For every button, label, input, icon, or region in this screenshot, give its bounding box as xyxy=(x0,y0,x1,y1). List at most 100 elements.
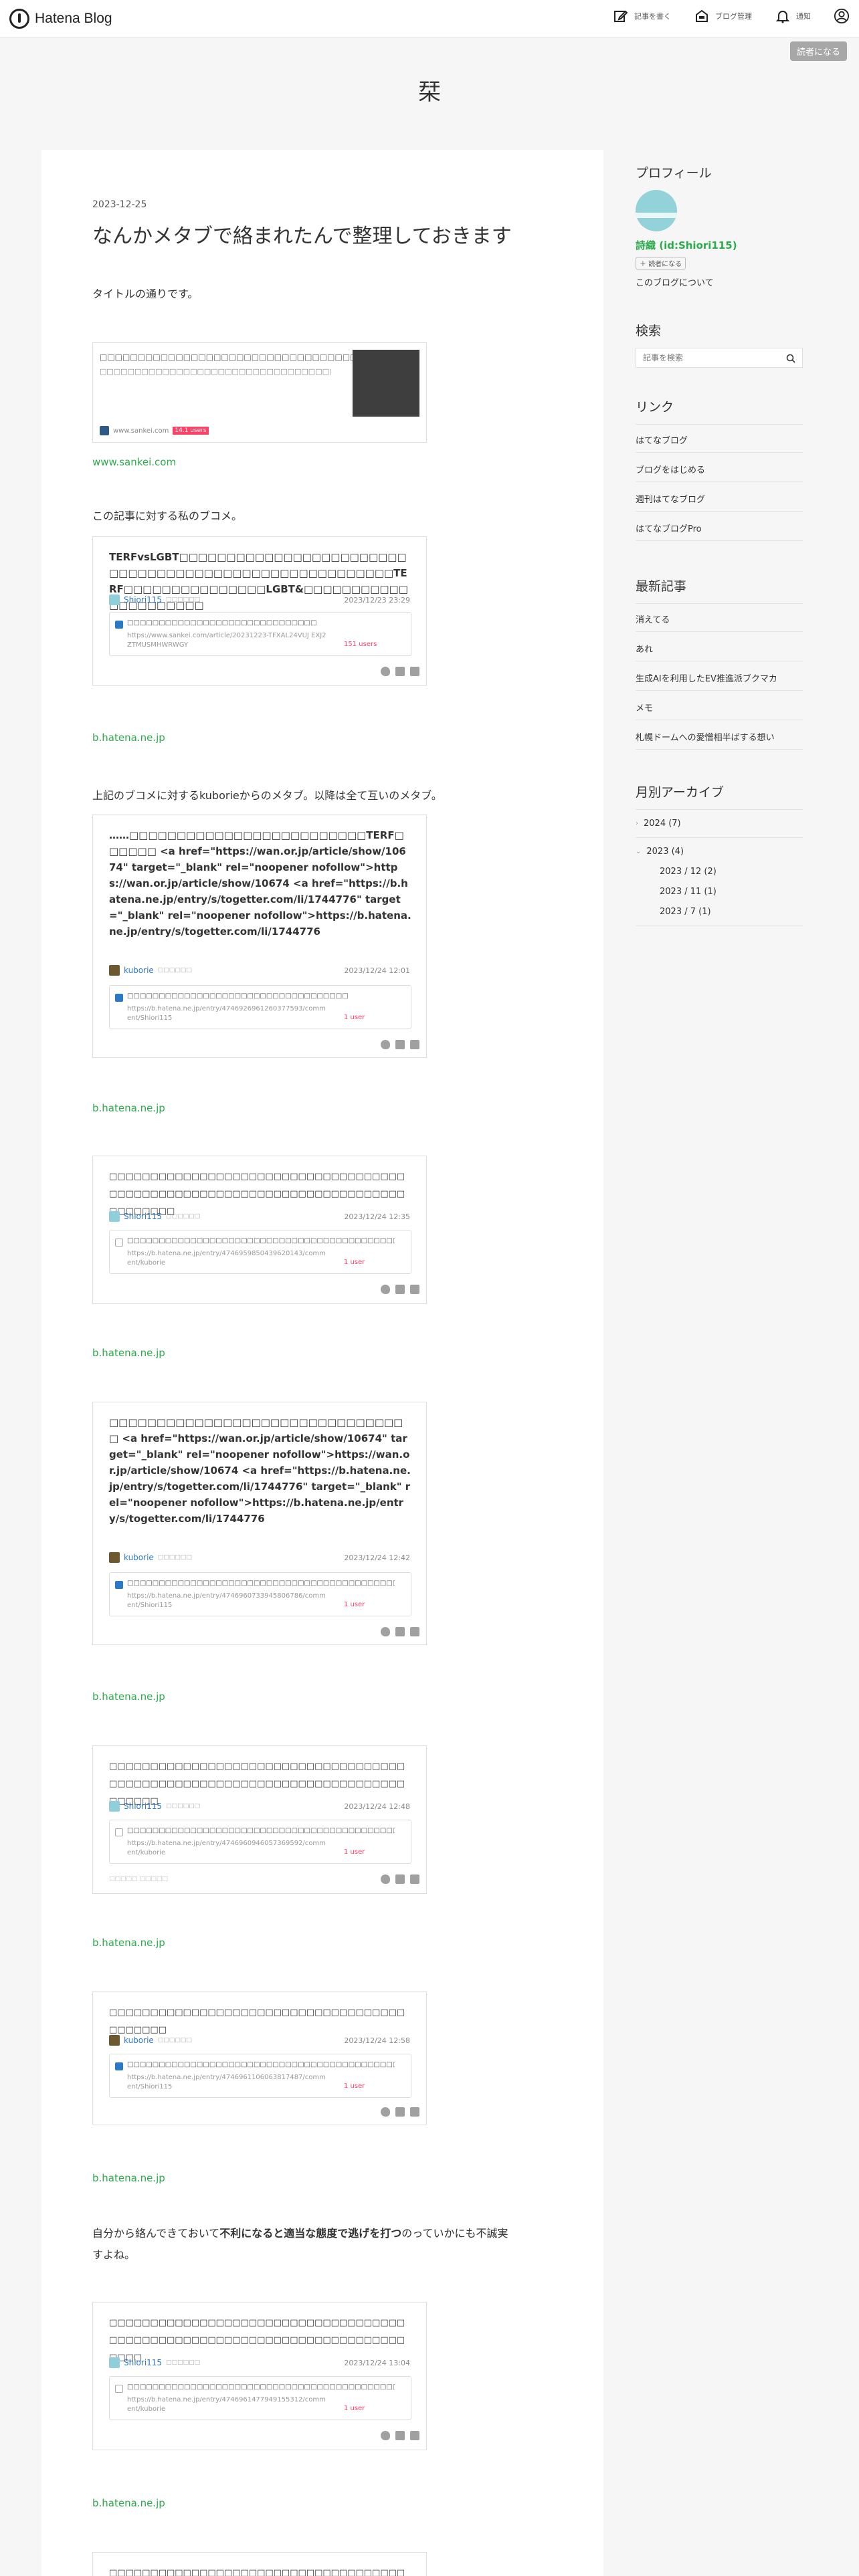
hatena-favicon-icon xyxy=(115,1581,123,1589)
sankei-embed-card[interactable]: □□□□□□□□□□□□□□□□□□□□□□□□□□□□□□□□□□ □□□□□… xyxy=(92,342,427,443)
entry-users[interactable]: 1 user xyxy=(344,2405,365,2412)
bookmark-entry-box[interactable]: □□□□□□□□□□□□□□□□□□□□□□□□□□□□□□ https://w… xyxy=(109,612,411,656)
hatena-bookmark-link[interactable]: b.hatena.ne.jp xyxy=(92,1102,165,1114)
recent-post-item[interactable]: 生成AIを利用したEV推進派ブクマカ xyxy=(636,671,777,684)
notifications-button[interactable]: 通知 xyxy=(775,8,811,24)
hatena-bookmark-link[interactable]: b.hatena.ne.jp xyxy=(92,2497,165,2509)
bookmark-time[interactable]: 2023/12/24 12:48 xyxy=(344,1802,410,1811)
recent-post-item[interactable]: 消えてる xyxy=(636,613,670,625)
twitter-share-icon[interactable] xyxy=(381,1285,390,1294)
profile-subscribe-button[interactable]: ＋ 読者になる xyxy=(636,257,686,270)
sankei-link[interactable]: www.sankei.com xyxy=(92,456,176,468)
post-date[interactable]: 2023-12-25 xyxy=(92,199,147,210)
hatena-bookmark-share-icon[interactable] xyxy=(410,2431,419,2440)
hatena-bookmark-share-icon[interactable] xyxy=(410,1040,419,1049)
facebook-share-icon[interactable] xyxy=(395,1874,405,1884)
archive-year-2023[interactable]: ⌄ 2023 (4) xyxy=(636,847,684,857)
bookmark-user[interactable]: Shiori115 □□□□□□ xyxy=(109,595,200,605)
archive-month-item[interactable]: 2023 / 11 (1) xyxy=(660,887,717,897)
profile-name[interactable]: 詩織 (id:Shiori115) xyxy=(636,238,737,252)
hatena-bookmark-link[interactable]: b.hatena.ne.jp xyxy=(92,2172,165,2184)
hatena-bookmark-share-icon[interactable] xyxy=(410,1874,419,1884)
hatena-bookmark-share-icon[interactable] xyxy=(410,667,419,676)
subscribe-button[interactable]: 読者になる xyxy=(789,41,847,61)
bookmark-time[interactable]: 2023/12/24 13:04 xyxy=(344,2359,410,2367)
bookmark-time[interactable]: 2023/12/24 12:01 xyxy=(344,966,410,975)
facebook-share-icon[interactable] xyxy=(395,1627,405,1636)
twitter-share-icon[interactable] xyxy=(381,2107,390,2117)
facebook-share-icon[interactable] xyxy=(395,1285,405,1294)
bookmark-time[interactable]: 2023/12/24 12:42 xyxy=(344,1553,410,1562)
hatena-bookmark-share-icon[interactable] xyxy=(410,1285,419,1294)
bookmark-user-sub: □□□□□□ xyxy=(157,1554,192,1561)
entry-title[interactable]: □□□□□□□□□□□□□□□□□□□□□□□□□□□□□□ xyxy=(127,619,395,627)
archive-month-item[interactable]: 2023 / 12 (2) xyxy=(660,867,717,877)
recent-post-item[interactable]: 札幌ドームへの愛憎相半ばする想い xyxy=(636,730,775,743)
recent-post-item[interactable]: メモ xyxy=(636,701,653,714)
hatena-blog-logo[interactable]: Hatena Blog xyxy=(9,8,112,29)
bookmark-entry-box[interactable]: □□□□□□□□□□□□□□□□□□□□□□□□□□□□□□□□□□□□□□□□… xyxy=(109,1820,411,1864)
bookmark-time[interactable]: 2023/12/24 12:58 xyxy=(344,2036,410,2045)
bookmark-entry-box[interactable]: □□□□□□□□□□□□□□□□□□□□□□□□□□□□□□□□□□□□□□□□… xyxy=(109,2376,411,2420)
hatena-bookmark-share-icon[interactable] xyxy=(410,1627,419,1636)
hatena-bookmark-share-icon[interactable] xyxy=(410,2107,419,2117)
entry-users[interactable]: 1 user xyxy=(344,1014,365,1021)
archive-month-item[interactable]: 2023 / 7 (1) xyxy=(660,907,711,917)
entry-title[interactable]: □□□□□□□□□□□□□□□□□□□□□□□□□□□□□□□□□□□□□□□□… xyxy=(127,2061,395,2068)
blog-manage-button[interactable]: ブログ管理 xyxy=(694,8,752,24)
facebook-share-icon[interactable] xyxy=(395,2107,405,2117)
search-icon[interactable] xyxy=(786,353,795,363)
link-item[interactable]: 週刊はてなブログ xyxy=(636,492,705,505)
bookmark-user[interactable]: kuborie □□□□□□ xyxy=(109,965,192,976)
blog-title[interactable]: 栞 xyxy=(0,74,859,106)
entry-users[interactable]: 151 users xyxy=(344,641,377,648)
bookmark-user[interactable]: Shiori115 □□□□□□ xyxy=(109,1801,200,1812)
bookmark-entry-box[interactable]: □□□□□□□□□□□□□□□□□□□□□□□□□□□□□□□□□□□□□□□□… xyxy=(109,1572,411,1616)
entry-title[interactable]: □□□□□□□□□□□□□□□□□□□□□□□□□□□□□□□□□□□ xyxy=(127,992,395,1000)
bookmark-user[interactable]: Shiori115 □□□□□□ xyxy=(109,2357,200,2368)
twitter-share-icon[interactable] xyxy=(381,2431,390,2440)
hatena-bookmark-link[interactable]: b.hatena.ne.jp xyxy=(92,1691,165,1703)
recent-post-item[interactable]: あれ xyxy=(636,642,653,655)
embed-users-badge[interactable]: 14.1 users xyxy=(173,427,209,435)
twitter-share-icon[interactable] xyxy=(381,1627,390,1636)
bookmark-time[interactable]: 2023/12/24 12:35 xyxy=(344,1212,410,1221)
entry-users[interactable]: 1 user xyxy=(344,2082,365,2090)
hatena-bookmark-link[interactable]: b.hatena.ne.jp xyxy=(92,1347,165,1359)
entry-title[interactable]: □□□□□□□□□□□□□□□□□□□□□□□□□□□□□□□□□□□□□□□□… xyxy=(127,1827,395,1834)
entry-title[interactable]: □□□□□□□□□□□□□□□□□□□□□□□□□□□□□□□□□□□□□□□□… xyxy=(127,1237,395,1245)
links-heading: リンク xyxy=(636,400,674,415)
post-title[interactable]: なんかメタブで絡まれたんで整理しておきます xyxy=(92,219,512,249)
bookmark-entry-box[interactable]: □□□□□□□□□□□□□□□□□□□□□□□□□□□□□□□□□□□ http… xyxy=(109,985,411,1029)
write-post-button[interactable]: 記事を書く xyxy=(613,8,671,24)
bookmark-time[interactable]: 2023/12/23 23:29 xyxy=(344,596,410,605)
link-item[interactable]: はてなブログPro xyxy=(636,522,702,534)
about-blog-link[interactable]: このブログについて xyxy=(636,276,714,288)
bookmark-entry-box[interactable]: □□□□□□□□□□□□□□□□□□□□□□□□□□□□□□□□□□□□□□□□… xyxy=(109,1230,411,1274)
entry-users[interactable]: 1 user xyxy=(344,1601,365,1608)
search-input[interactable] xyxy=(636,348,777,367)
embed-title[interactable]: □□□□□□□□□□□□□□□□□□□□□□□□□□□□□□□□□□ xyxy=(100,352,358,362)
account-menu-button[interactable] xyxy=(834,8,850,24)
facebook-share-icon[interactable] xyxy=(395,2431,405,2440)
hatena-bookmark-link[interactable]: b.hatena.ne.jp xyxy=(92,1937,165,1949)
entry-users[interactable]: 1 user xyxy=(344,1848,365,1856)
twitter-share-icon[interactable] xyxy=(381,1040,390,1049)
edit-hint[interactable]: □□□□□ □□□□□ xyxy=(109,1876,168,1883)
facebook-share-icon[interactable] xyxy=(395,667,405,676)
archive-year-2024[interactable]: › 2024 (7) xyxy=(636,819,681,829)
twitter-share-icon[interactable] xyxy=(381,667,390,676)
entry-users[interactable]: 1 user xyxy=(344,1259,365,1266)
entry-title[interactable]: □□□□□□□□□□□□□□□□□□□□□□□□□□□□□□□□□□□□□□□□… xyxy=(127,1580,395,1587)
link-item[interactable]: はてなブログ xyxy=(636,433,688,446)
bookmark-user[interactable]: Shiori115 □□□□□□ xyxy=(109,1211,200,1222)
bookmark-user[interactable]: kuborie □□□□□□ xyxy=(109,1552,192,1563)
bookmark-user[interactable]: kuborie □□□□□□ xyxy=(109,2035,192,2046)
entry-title[interactable]: □□□□□□□□□□□□□□□□□□□□□□□□□□□□□□□□□□□□□□□□… xyxy=(127,2383,395,2391)
link-item[interactable]: ブログをはじめる xyxy=(636,463,705,475)
profile-avatar[interactable] xyxy=(636,190,677,231)
twitter-share-icon[interactable] xyxy=(381,1874,390,1884)
facebook-share-icon[interactable] xyxy=(395,1040,405,1049)
bookmark-entry-box[interactable]: □□□□□□□□□□□□□□□□□□□□□□□□□□□□□□□□□□□□□□□□… xyxy=(109,2054,411,2098)
hatena-bookmark-link[interactable]: b.hatena.ne.jp xyxy=(92,732,165,744)
